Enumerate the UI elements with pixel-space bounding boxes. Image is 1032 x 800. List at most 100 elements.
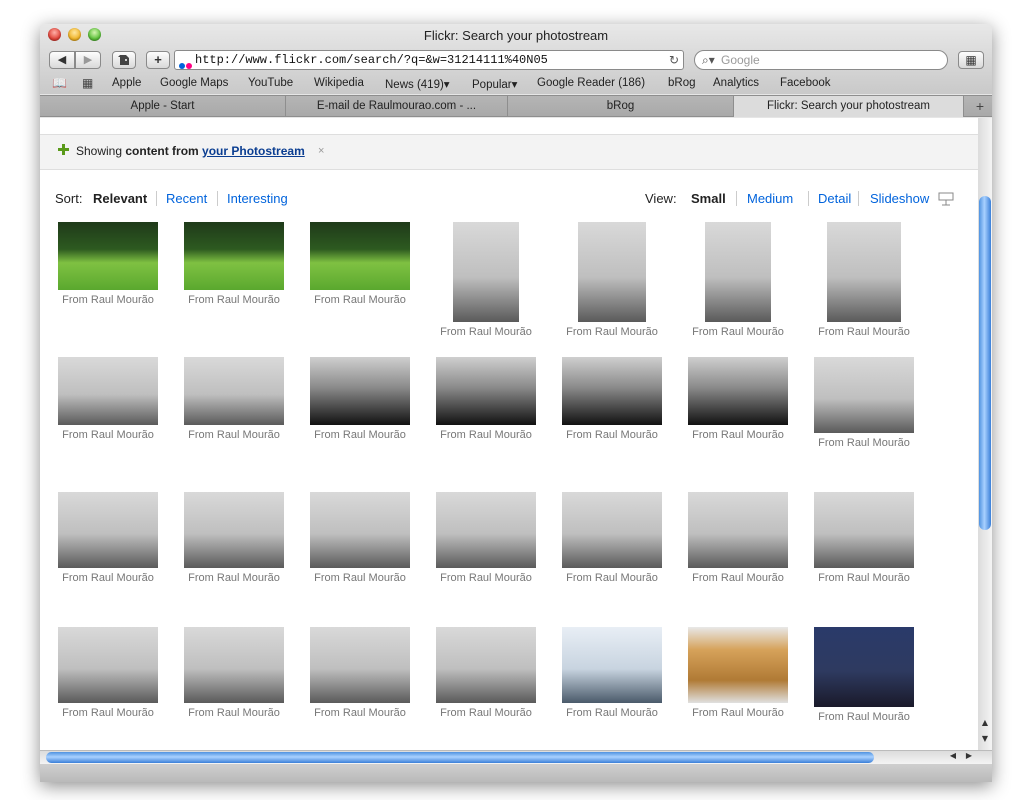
photo-image[interactable] bbox=[184, 492, 284, 568]
photo-image[interactable] bbox=[184, 357, 284, 425]
photo-thumbnail[interactable]: From Raul Mourão bbox=[562, 627, 662, 719]
tab-brog[interactable]: bRog bbox=[508, 96, 734, 117]
photo-thumbnail[interactable]: From Raul Mourão bbox=[562, 492, 662, 584]
photo-thumbnail[interactable]: From Raul Mourão bbox=[814, 222, 914, 338]
view-small[interactable]: Small bbox=[691, 191, 726, 206]
photo-thumbnail[interactable]: From Raul Mourão bbox=[310, 222, 410, 306]
horizontal-scroll-thumb[interactable] bbox=[46, 752, 874, 763]
photo-thumbnail[interactable]: From Raul Mourão bbox=[436, 627, 536, 719]
tab-flickr[interactable]: Flickr: Search your photostream bbox=[734, 96, 964, 117]
bookmark-apple[interactable]: Apple bbox=[112, 77, 141, 89]
owner-link[interactable]: Raul Mourão bbox=[217, 707, 280, 719]
photo-image[interactable] bbox=[688, 357, 788, 425]
vertical-scroll-thumb[interactable] bbox=[979, 196, 991, 530]
owner-link[interactable]: Raul Mourão bbox=[217, 572, 280, 584]
owner-link[interactable]: Raul Mourão bbox=[847, 572, 910, 584]
photo-image[interactable] bbox=[436, 627, 536, 703]
scroll-right-icon[interactable]: ▶ bbox=[962, 751, 976, 764]
photo-thumbnail[interactable]: From Raul Mourão bbox=[814, 627, 914, 723]
owner-link[interactable]: Raul Mourão bbox=[847, 711, 910, 723]
bookmarks-book-icon[interactable]: 📖 bbox=[52, 76, 67, 90]
sort-interesting[interactable]: Interesting bbox=[227, 191, 288, 206]
owner-link[interactable]: Raul Mourão bbox=[469, 707, 532, 719]
photo-thumbnail[interactable]: From Raul Mourão bbox=[436, 222, 536, 338]
photo-thumbnail[interactable]: From Raul Mourão bbox=[58, 492, 158, 584]
photo-thumbnail[interactable]: From Raul Mourão bbox=[562, 357, 662, 441]
sort-recent[interactable]: Recent bbox=[166, 191, 207, 206]
photo-image[interactable] bbox=[562, 627, 662, 703]
owner-link[interactable]: Raul Mourão bbox=[469, 429, 532, 441]
owner-link[interactable]: Raul Mourão bbox=[91, 707, 154, 719]
bookmark-popular[interactable]: Popular▾ bbox=[472, 77, 517, 91]
view-detail[interactable]: Detail bbox=[818, 191, 851, 206]
scroll-up-icon[interactable]: ▲ bbox=[978, 718, 992, 732]
photo-thumbnail[interactable]: From Raul Mourão bbox=[814, 492, 914, 584]
address-bar[interactable]: http://www.flickr.com/search/?q=&w=31214… bbox=[174, 50, 684, 70]
photo-thumbnail[interactable]: From Raul Mourão bbox=[436, 492, 536, 584]
owner-link[interactable]: Raul Mourão bbox=[721, 429, 784, 441]
slideshow-icon[interactable] bbox=[938, 192, 954, 206]
photo-image[interactable] bbox=[688, 627, 788, 703]
vertical-scrollbar[interactable]: ▲ ▼ bbox=[978, 118, 992, 750]
photo-thumbnail[interactable]: From Raul Mourão bbox=[436, 357, 536, 441]
owner-link[interactable]: Raul Mourão bbox=[217, 294, 280, 306]
sort-relevant[interactable]: Relevant bbox=[93, 191, 147, 206]
photo-image[interactable] bbox=[562, 492, 662, 568]
photo-image[interactable] bbox=[184, 627, 284, 703]
photo-thumbnail[interactable]: From Raul Mourão bbox=[310, 357, 410, 441]
reload-icon[interactable]: ↻ bbox=[669, 51, 679, 69]
owner-link[interactable]: Raul Mourão bbox=[721, 326, 784, 338]
tab-apple-start[interactable]: Apple - Start bbox=[40, 96, 286, 117]
your-photostream-link[interactable]: your Photostream bbox=[202, 144, 305, 158]
photo-image[interactable] bbox=[827, 222, 901, 322]
photo-thumbnail[interactable]: From Raul Mourão bbox=[310, 627, 410, 719]
photo-image[interactable] bbox=[58, 627, 158, 703]
photo-image[interactable] bbox=[436, 357, 536, 425]
owner-link[interactable]: Raul Mourão bbox=[721, 707, 784, 719]
photo-thumbnail[interactable]: From Raul Mourão bbox=[688, 627, 788, 719]
photo-thumbnail[interactable]: From Raul Mourão bbox=[310, 492, 410, 584]
view-slideshow[interactable]: Slideshow bbox=[870, 191, 929, 206]
owner-link[interactable]: Raul Mourão bbox=[595, 707, 658, 719]
photo-image[interactable] bbox=[436, 492, 536, 568]
owner-link[interactable]: Raul Mourão bbox=[847, 437, 910, 449]
bookmark-youtube[interactable]: YouTube bbox=[248, 77, 293, 89]
close-icon[interactable]: × bbox=[318, 145, 324, 157]
photo-thumbnail[interactable]: From Raul Mourão bbox=[184, 357, 284, 441]
photo-image[interactable] bbox=[814, 627, 914, 707]
owner-link[interactable]: Raul Mourão bbox=[595, 572, 658, 584]
owner-link[interactable]: Raul Mourão bbox=[343, 294, 406, 306]
owner-link[interactable]: Raul Mourão bbox=[217, 429, 280, 441]
photo-image[interactable] bbox=[578, 222, 646, 322]
bookmark-news[interactable]: News (419)▾ bbox=[385, 77, 450, 91]
photo-thumbnail[interactable]: From Raul Mourão bbox=[184, 627, 284, 719]
horizontal-scrollbar[interactable]: ◀ ▶ bbox=[40, 750, 992, 764]
owner-link[interactable]: Raul Mourão bbox=[91, 429, 154, 441]
bookmark-brog[interactable]: bRog bbox=[668, 77, 696, 89]
owner-link[interactable]: Raul Mourão bbox=[469, 572, 532, 584]
tab-email[interactable]: E-mail de Raulmourao.com - ... bbox=[286, 96, 508, 117]
scroll-left-icon[interactable]: ◀ bbox=[946, 751, 960, 764]
view-medium[interactable]: Medium bbox=[747, 191, 793, 206]
top-sites-grid-icon[interactable]: ▦ bbox=[82, 76, 93, 90]
owner-link[interactable]: Raul Mourão bbox=[343, 429, 406, 441]
photo-image[interactable] bbox=[310, 357, 410, 425]
photo-image[interactable] bbox=[562, 357, 662, 425]
photo-thumbnail[interactable]: From Raul Mourão bbox=[814, 357, 914, 449]
new-tab-button[interactable]: + bbox=[968, 96, 992, 117]
search-field[interactable]: ⌕▾ Google bbox=[694, 50, 948, 70]
photo-image[interactable] bbox=[58, 492, 158, 568]
evernote-button[interactable] bbox=[112, 51, 136, 69]
top-sites-button[interactable]: ▦ bbox=[958, 51, 984, 69]
owner-link[interactable]: Raul Mourão bbox=[721, 572, 784, 584]
forward-button[interactable]: ▶ bbox=[75, 51, 101, 69]
bookmark-analytics[interactable]: Analytics bbox=[713, 77, 759, 89]
bookmark-facebook[interactable]: Facebook bbox=[780, 77, 831, 89]
photo-thumbnail[interactable]: From Raul Mourão bbox=[688, 492, 788, 584]
owner-link[interactable]: Raul Mourão bbox=[469, 326, 532, 338]
owner-link[interactable]: Raul Mourão bbox=[91, 294, 154, 306]
photo-thumbnail[interactable]: From Raul Mourão bbox=[58, 222, 158, 306]
photo-image[interactable] bbox=[814, 357, 914, 433]
bookmark-wikipedia[interactable]: Wikipedia bbox=[314, 77, 364, 89]
photo-image[interactable] bbox=[310, 222, 410, 290]
